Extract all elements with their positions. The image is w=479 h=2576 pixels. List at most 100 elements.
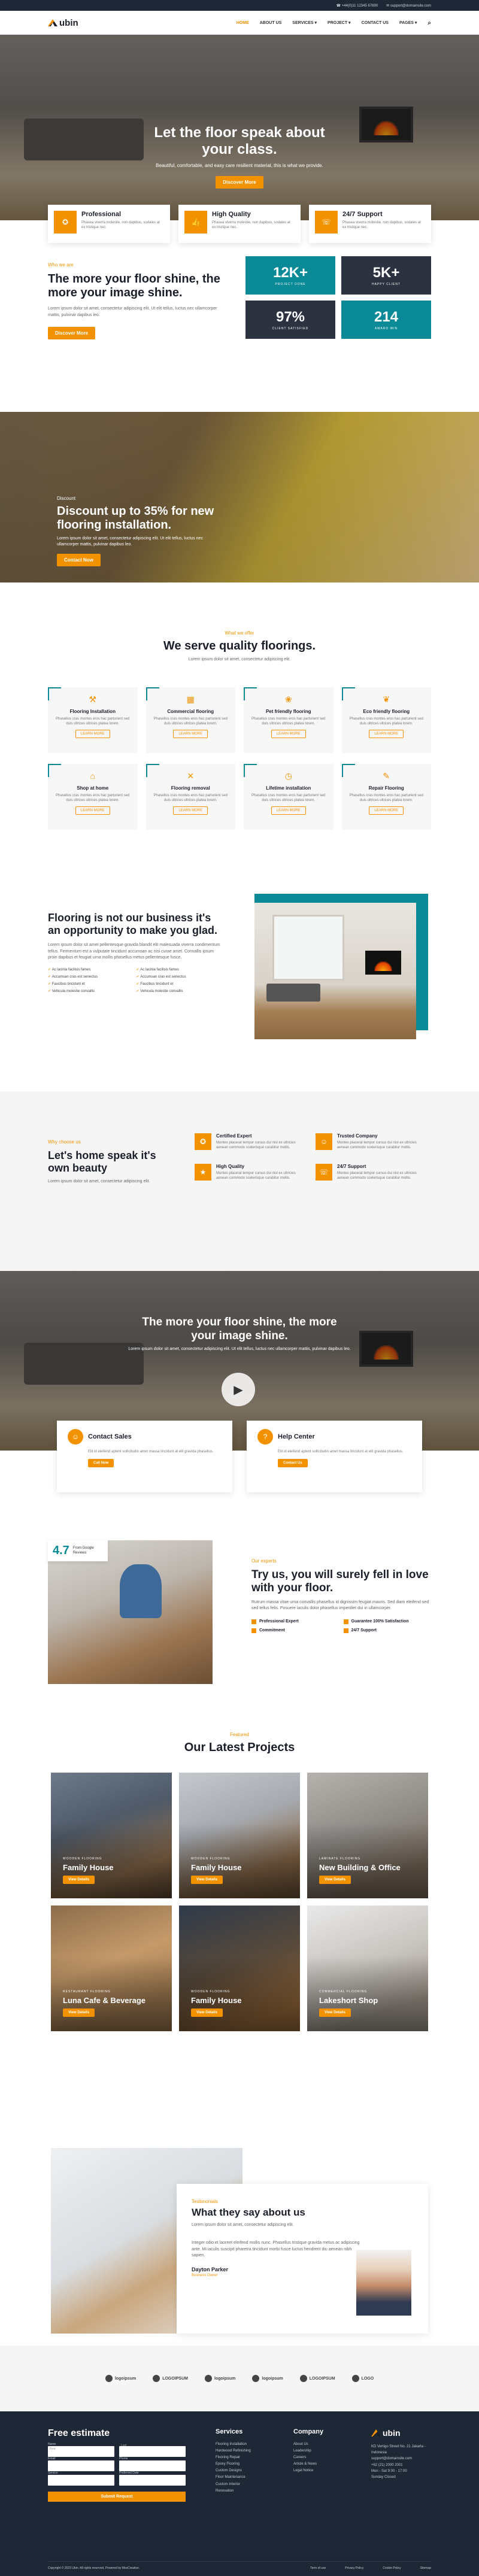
footer-link[interactable]: About Us xyxy=(293,2441,323,2448)
call-now-button[interactable]: Call Now xyxy=(88,1459,114,1468)
discover-more-button[interactable]: Discover More xyxy=(48,327,96,339)
footer-link[interactable]: Renovation xyxy=(216,2488,251,2495)
view-details-button[interactable]: View Details xyxy=(191,1876,223,1884)
headset-icon: ☏ xyxy=(315,211,338,233)
why-title: Let's home speak it's own beauty xyxy=(48,1149,156,1174)
medal-icon: ✪ xyxy=(54,211,77,233)
hero-title: Let the floor speak about your class. xyxy=(154,125,325,157)
discount-title: Discount up to 35% for new flooring inst… xyxy=(57,505,214,532)
project-card[interactable]: WOODEN FLOORING Family House View Details xyxy=(51,1773,172,1898)
contact-cards-section: ☺ Contact Sales Elit id eleifend aptent s… xyxy=(0,1421,479,1540)
last-name-field[interactable]: Last xyxy=(119,2444,186,2457)
try-list: Professional Expert Guarantee 100% Satisf… xyxy=(251,1619,431,1633)
certificate-icon: ✪ xyxy=(195,1133,211,1150)
email-field[interactable]: Email xyxy=(48,2457,114,2471)
email-info[interactable]: ✉ support@domainsite.com xyxy=(386,4,431,8)
support-icon: ☏ xyxy=(316,1163,332,1181)
partner-logo: LOGOIPSUM xyxy=(300,2375,335,2382)
why-text: Lorem ipsum dolor sit amet, consectetur … xyxy=(48,1179,150,1184)
card-text: Elit id eleifend aptent sollicitudin ame… xyxy=(88,1450,214,1454)
footer-link[interactable]: Flooring Repair xyxy=(216,2454,251,2461)
service-field[interactable]: Service xyxy=(48,2471,114,2486)
video-text: Lorem ipsum dolor sit amet, consectetur … xyxy=(128,1346,351,1351)
feature-title: High Quality xyxy=(212,211,251,218)
stats-grid: 12K+ PROJECT DONE 5K+ HAPPY CLIENT 97% CLIE… xyxy=(245,256,431,339)
phone-field[interactable]: Phone xyxy=(119,2457,186,2471)
cookie-link[interactable]: Cookie Policy xyxy=(383,2566,401,2570)
learn-more-button[interactable]: LEARN MORE xyxy=(271,806,306,815)
learn-more-button[interactable]: LEARN MORE xyxy=(75,730,110,739)
contact-us-button[interactable]: Contact Us xyxy=(278,1459,308,1468)
leaf-icon: ❦ xyxy=(383,694,390,704)
view-details-button[interactable]: View Details xyxy=(63,1876,95,1884)
project-category: WOODEN FLOORING xyxy=(191,1857,231,1861)
testimonial-subtitle: Testimonials xyxy=(192,2199,219,2204)
submit-request-button[interactable]: Submit Request xyxy=(48,2492,186,2502)
privacy-link[interactable]: Privacy Policy xyxy=(345,2566,363,2570)
wrench-icon: ✎ xyxy=(383,770,390,781)
date-field[interactable]: Preferred Date xyxy=(119,2471,186,2486)
play-icon: ▶ xyxy=(234,1383,243,1397)
view-details-button[interactable]: View Details xyxy=(191,2008,223,2017)
floor-icon: ▦ xyxy=(186,694,195,704)
footer-link[interactable]: Flooring Installation xyxy=(216,2441,251,2448)
project-card[interactable]: COMMERCIAL FLOORING Lakeshort Shop View De… xyxy=(307,1906,428,2031)
footer-link[interactable]: Epoxy Flooring xyxy=(216,2461,251,2468)
footer-link[interactable]: Careers xyxy=(293,2454,323,2461)
learn-more-button[interactable]: LEARN MORE xyxy=(271,730,306,739)
learn-more-button[interactable]: LEARN MORE xyxy=(369,806,404,815)
nav-item-contact[interactable]: CONTACT US xyxy=(362,21,389,25)
project-card[interactable]: WOODEN FLOORING Family House View Details xyxy=(179,1906,300,2031)
nav-item-services[interactable]: SERVICES ▾ xyxy=(292,20,317,25)
play-video-button[interactable]: ▶ xyxy=(222,1373,255,1406)
footer-link[interactable]: Hardwood Refinishing xyxy=(216,2448,251,2454)
project-card[interactable]: WOODEN FLOORING Family House View Details xyxy=(179,1773,300,1898)
user-icon: ☺ xyxy=(68,1429,83,1445)
footer-link[interactable]: Leadership xyxy=(293,2448,323,2454)
project-category: RESTAURANT FLOORING xyxy=(63,1990,111,1994)
footer-link[interactable]: Custom Interior xyxy=(216,2481,251,2488)
project-card[interactable]: LAMINATE FLOORING New Building & Office Vi… xyxy=(307,1773,428,1898)
footer-email[interactable]: support@domainsite.com xyxy=(371,2456,431,2462)
why-item: ✪ Certified Expert Montes placerat tempor … xyxy=(195,1133,307,1151)
try-text: Rutrum massa vitae urna convallis phasel… xyxy=(251,1600,429,1611)
nav-item-pages[interactable]: PAGES ▾ xyxy=(399,20,417,25)
paw-icon: ❀ xyxy=(284,694,292,704)
footer-contact: ubin KD Vertigo Street No. 21 Jakarta - … xyxy=(371,2428,431,2480)
view-details-button[interactable]: View Details xyxy=(63,2008,95,2017)
footer-link[interactable]: Custom Designs xyxy=(216,2468,251,2474)
search-icon[interactable]: ⌕ xyxy=(428,20,431,26)
help-icon: ? xyxy=(257,1429,273,1445)
nav-item-project[interactable]: PROJECT ▾ xyxy=(328,20,351,25)
footer-bottom: Copyright © 2023 Ubin. All rights reserv… xyxy=(48,2561,431,2570)
main-header: ubin HOME ABOUT US SERVICES ▾ PROJECT ▾ … xyxy=(0,11,479,35)
hero-section: Let the floor speak about your class. Be… xyxy=(0,35,479,220)
footer-link[interactable]: Floor Maintenance xyxy=(216,2474,251,2481)
why-choose-section: Why choose us Let's home speak it's own … xyxy=(0,1091,479,1271)
view-details-button[interactable]: View Details xyxy=(319,2008,351,2017)
discount-subtitle: Discount xyxy=(57,496,76,501)
first-name-field[interactable]: Name First xyxy=(48,2443,114,2457)
thumbs-up-icon: 👍 xyxy=(184,211,207,233)
discover-more-button[interactable]: Discover More xyxy=(216,176,263,189)
nav-item-about[interactable]: ABOUT US xyxy=(260,21,282,25)
footer-phone[interactable]: +62 (21) 2000 2001 xyxy=(371,2462,431,2468)
phone-info[interactable]: ☎ +44(0)11 12345 67890 xyxy=(336,4,378,8)
view-details-button[interactable]: View Details xyxy=(319,1876,351,1884)
footer-link[interactable]: Article & News xyxy=(293,2461,323,2468)
testimonial-section: Testimonials What they say about us Lore… xyxy=(0,2148,479,2346)
feature-card: ✪ Professional Phasea viverra molestie, n… xyxy=(48,205,170,243)
contact-now-button[interactable]: Contact Now xyxy=(57,553,101,566)
brand-logo[interactable]: ubin xyxy=(48,18,78,28)
project-card[interactable]: RESTAURANT FLOORING Luna Cafe & Beverage V… xyxy=(51,1906,172,2031)
term-link[interactable]: Term of use xyxy=(310,2566,326,2570)
learn-more-button[interactable]: LEARN MORE xyxy=(173,806,208,815)
learn-more-button[interactable]: LEARN MORE xyxy=(369,730,404,739)
sitemap-link[interactable]: Sitemap xyxy=(420,2566,431,2570)
nav-item-home[interactable]: HOME xyxy=(237,21,249,25)
email-text: support@domainsite.com xyxy=(390,4,431,8)
footer-link[interactable]: Legal Notice xyxy=(293,2468,323,2474)
star-icon: ★ xyxy=(195,1163,211,1181)
learn-more-button[interactable]: LEARN MORE xyxy=(75,806,110,815)
learn-more-button[interactable]: LEARN MORE xyxy=(173,730,208,739)
